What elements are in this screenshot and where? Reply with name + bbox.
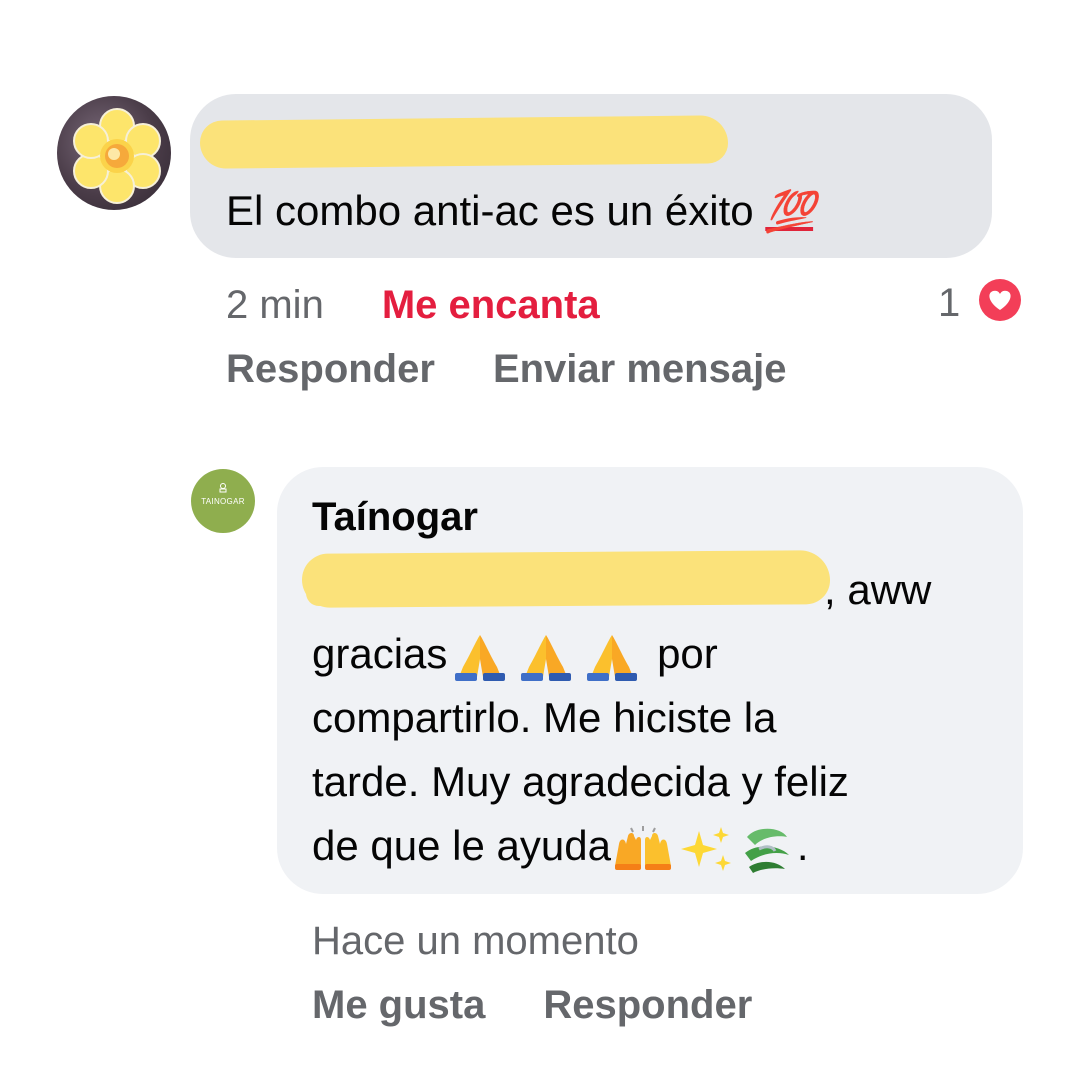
reply-button[interactable]: Responder xyxy=(543,983,752,1027)
brand-logo-icon xyxy=(219,483,227,493)
flower-avatar-icon xyxy=(73,108,161,204)
comment-actions: Responder Enviar mensaje xyxy=(226,344,786,394)
reply-author-name[interactable]: Taínogar xyxy=(312,492,478,542)
reply-line-2-end: por xyxy=(657,630,718,677)
folded-hands-icon xyxy=(587,634,638,681)
folded-hands-icon xyxy=(455,634,506,681)
redaction-highlight xyxy=(199,115,729,169)
send-message-button[interactable]: Enviar mensaje xyxy=(493,347,787,391)
folded-hands-icon xyxy=(521,634,572,681)
reply-line-2-start: gracias xyxy=(312,630,448,677)
reply-actions: Me gusta Responder xyxy=(312,980,752,1030)
hundred-points-icon: 💯 xyxy=(765,190,815,234)
reply-line-2: gracias por xyxy=(312,622,1002,686)
leaf-fluttering-icon xyxy=(744,828,789,873)
reply-timestamp[interactable]: Hace un momento xyxy=(312,916,639,966)
comment-meta: 2 min Me encanta xyxy=(226,280,600,330)
raising-hands-icon xyxy=(614,825,671,870)
reaction-badge[interactable] xyxy=(976,276,1024,324)
like-button[interactable]: Me gusta xyxy=(312,983,485,1027)
redaction-highlight xyxy=(301,550,831,608)
heart-icon xyxy=(979,279,1021,321)
comment-timestamp[interactable]: 2 min xyxy=(226,283,324,327)
reply-avatar[interactable]: TAINOGAR xyxy=(191,469,255,533)
comment-body: El combo anti-ac es un éxito xyxy=(226,187,754,234)
reply-line-5-start: de que le ayuda xyxy=(312,822,611,869)
commenter-avatar[interactable] xyxy=(57,96,171,210)
reaction-count[interactable]: 1 xyxy=(938,278,960,328)
reply-button[interactable]: Responder xyxy=(226,347,435,391)
comment-text: El combo anti-ac es un éxito 💯 xyxy=(226,186,815,237)
redaction-highlight xyxy=(306,576,332,606)
reply-line-3: compartirlo. Me hiciste la xyxy=(312,694,777,741)
reply-line-1-suffix: , aww xyxy=(824,566,932,613)
sparkles-icon xyxy=(680,826,731,871)
reaction-button[interactable]: Me encanta xyxy=(382,283,600,327)
reply-line-5-end: . xyxy=(796,822,809,869)
avatar-brand-text: TAINOGAR xyxy=(201,497,245,506)
reply-line-5: de que le ayuda. xyxy=(312,814,1002,878)
reply-line-4: tarde. Muy agradecida y feliz xyxy=(312,758,849,805)
